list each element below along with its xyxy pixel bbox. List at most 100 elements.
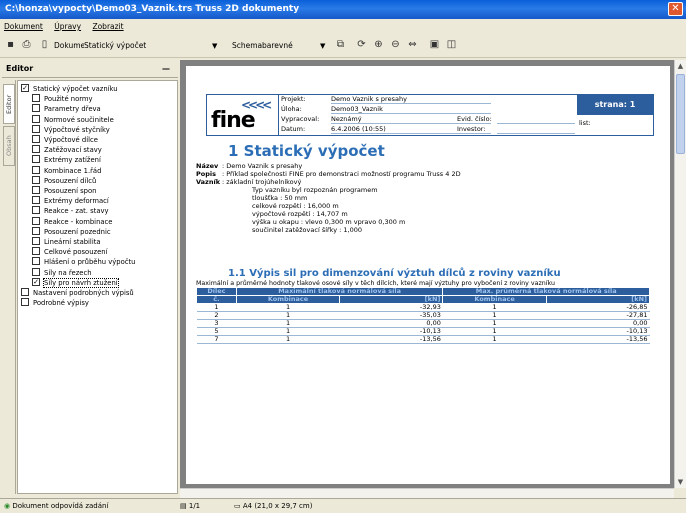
- tree-item-label: Normové součinitele: [44, 115, 114, 124]
- tree-checkbox[interactable]: ✓: [21, 84, 29, 92]
- window-title-bar[interactable]: C:\honza\vypocty\Demo03_Vaznik.trs Truss…: [0, 0, 686, 19]
- document-icon: ▯: [41, 39, 48, 50]
- uloha-value: Demo03_Vaznik: [331, 105, 491, 114]
- editor-title: Editor: [6, 64, 34, 73]
- menu-zobrazit[interactable]: Zobrazit: [92, 22, 123, 31]
- menu-upravy[interactable]: Úpravy: [54, 22, 81, 31]
- tree-checkbox[interactable]: [32, 135, 40, 143]
- print-icon[interactable]: ⎙: [20, 39, 33, 51]
- pages-icon: ▤: [180, 502, 187, 510]
- tree-item-label: Parametry dřeva: [44, 105, 101, 114]
- tree-checkbox[interactable]: [21, 298, 29, 307]
- tree-item[interactable]: Výpočtové dílce: [32, 135, 98, 145]
- status-ok-icon: ◉: [4, 502, 11, 510]
- zoom-out-icon[interactable]: ⊖: [389, 39, 402, 51]
- tree-checkbox[interactable]: [32, 247, 40, 256]
- minimize-icon[interactable]: —: [162, 60, 170, 78]
- tree-item[interactable]: Použité normy: [32, 94, 93, 104]
- tree-checkbox[interactable]: [32, 114, 40, 123]
- status-bar: ◉ Dokument odpovídá zadání ▤ 1/1 ▭ A4 (2…: [0, 498, 686, 513]
- close-icon: ✕: [671, 3, 680, 14]
- tree-item[interactable]: ✓ Statický výpočet vazníku: [21, 84, 118, 94]
- document-header-box: <<<< fine Projekt: Demo Vaznik s presahy …: [206, 94, 654, 136]
- tree-checkbox[interactable]: [32, 165, 40, 174]
- info-block: Název: Demo Vaznik s presahy Popis: Přík…: [196, 162, 461, 234]
- tree-item[interactable]: Posouzení dílců: [32, 175, 96, 186]
- table-row: 2 1 -35,03 1 -27,81: [196, 311, 650, 320]
- scroll-thumb[interactable]: [676, 74, 685, 154]
- tree-item[interactable]: Posouzení pozednic: [32, 226, 111, 237]
- page-view-icon[interactable]: ▣: [428, 39, 441, 51]
- tree-item[interactable]: Hlášení o průběhu výpočtu: [32, 257, 135, 267]
- table-cell: -13,56: [546, 335, 650, 344]
- tree-item[interactable]: Reakce - zat. stavy: [32, 206, 109, 216]
- tree-checkbox[interactable]: [32, 124, 40, 133]
- zoom-in-icon[interactable]: ⊕: [372, 39, 385, 51]
- table-cell: 1: [442, 335, 547, 344]
- tree-item[interactable]: Síly na řezech: [32, 267, 92, 278]
- chevron-down-icon[interactable]: ▼: [320, 40, 325, 52]
- horizontal-scrollbar[interactable]: [180, 488, 674, 498]
- menu-bar: Dokument Úpravy Zobrazit: [0, 19, 686, 34]
- tree-item-label: Použité normy: [44, 95, 93, 104]
- tree-checkbox[interactable]: [32, 94, 40, 103]
- tree-item-label: Kombinace 1.řád: [44, 166, 102, 175]
- tree-item[interactable]: Extrémy deformací: [32, 196, 109, 206]
- save-icon[interactable]: ▪: [4, 39, 17, 51]
- scroll-up-icon[interactable]: ▲: [675, 60, 686, 72]
- tree-checkbox[interactable]: [32, 196, 40, 205]
- menu-dokument[interactable]: Dokument: [4, 22, 43, 31]
- tree-item[interactable]: Parametry dřeva: [32, 104, 101, 114]
- tree-item-label: Výpočtové styčníky: [44, 125, 110, 134]
- status-text: Dokument odpovídá zadání: [12, 502, 109, 510]
- uloha-label: Úloha:: [281, 105, 302, 113]
- tree-checkbox[interactable]: [32, 145, 40, 154]
- table-description: Maximální a průměrné hodnoty tlakové oso…: [196, 280, 555, 287]
- tree-item[interactable]: Celkové posouzení: [32, 247, 107, 257]
- tree-checkbox[interactable]: [21, 288, 29, 296]
- tree-item-label: Posouzení pozednic: [44, 227, 111, 236]
- evid-label: Evid. číslo:: [457, 115, 492, 123]
- schema-label: Schema:: [232, 41, 265, 50]
- tree-checkbox[interactable]: [32, 175, 40, 184]
- tree-item[interactable]: ✓ Síly pro návrh ztužení: [32, 277, 119, 288]
- tree-item[interactable]: Kombinace 1.řád: [32, 165, 102, 176]
- tab-editor[interactable]: Editor: [3, 84, 15, 124]
- copy-icon[interactable]: ⧉: [334, 39, 347, 51]
- tree-item[interactable]: Normové součinitele: [32, 114, 114, 125]
- table-cell: -13,56: [339, 335, 443, 344]
- tree-item[interactable]: Lineární stabilita: [32, 237, 101, 247]
- tree-checkbox[interactable]: [32, 257, 40, 266]
- tree-item[interactable]: Výpočtové styčníky: [32, 124, 110, 135]
- tree-item[interactable]: Posouzení spon: [32, 186, 96, 196]
- tab-obsah[interactable]: Obsah: [3, 126, 15, 166]
- tree-checkbox[interactable]: [32, 216, 40, 225]
- refresh-icon[interactable]: ⟳: [355, 39, 368, 51]
- document-select[interactable]: Statický výpočet: [84, 40, 204, 52]
- tree-checkbox[interactable]: [32, 267, 40, 276]
- schema-select[interactable]: barevné: [262, 40, 318, 52]
- vertical-scrollbar[interactable]: ▲ ▼: [674, 60, 686, 488]
- tree-checkbox[interactable]: [32, 206, 40, 215]
- tree-item[interactable]: Nastavení podrobných výpisů: [21, 288, 134, 298]
- tree-item[interactable]: Reakce - kombinace: [32, 216, 112, 227]
- two-page-icon[interactable]: ◫: [445, 39, 458, 51]
- tree-checkbox[interactable]: [32, 104, 40, 113]
- tree-item-label: Extrémy deformací: [44, 197, 109, 206]
- close-button[interactable]: ✕: [668, 2, 683, 16]
- tree-checkbox[interactable]: ✓: [32, 277, 40, 286]
- paper-size: A4 (21,0 x 29,7 cm): [242, 502, 313, 510]
- table-cell: 7: [196, 335, 237, 344]
- fit-width-icon[interactable]: ⇔: [406, 39, 419, 51]
- fine-logo: <<<< fine: [207, 95, 279, 135]
- chevron-down-icon[interactable]: ▼: [212, 40, 217, 52]
- tree-checkbox[interactable]: [32, 155, 40, 164]
- tree-checkbox[interactable]: [32, 237, 40, 245]
- tree-item[interactable]: Podrobné výpisy: [21, 298, 89, 308]
- tree-checkbox[interactable]: [32, 186, 40, 194]
- document-page: <<<< fine Projekt: Demo Vaznik s presahy …: [186, 66, 670, 484]
- tree-item[interactable]: Zatěžovací stavy: [32, 145, 102, 155]
- tree-item[interactable]: Extrémy zatížení: [32, 155, 101, 165]
- scroll-down-icon[interactable]: ▼: [675, 476, 686, 488]
- tree-checkbox[interactable]: [32, 226, 40, 235]
